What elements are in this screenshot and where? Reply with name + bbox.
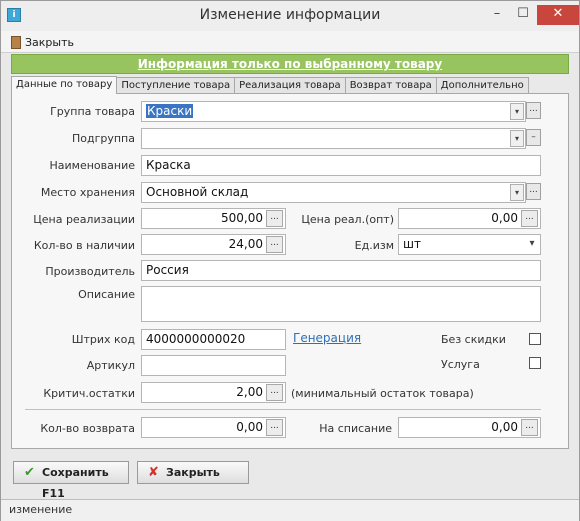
tab-returns[interactable]: Возврат товара [344,77,437,94]
tab-additional[interactable]: Дополнительно [435,77,529,94]
writeoff-value: 0,00 [491,420,518,434]
tab-product-data[interactable]: Данные по товару [11,76,118,94]
critical-value: 2,00 [236,385,263,399]
service-label: Услуга [441,358,480,371]
writeoff-input[interactable]: 0,00 ... [398,417,541,438]
tab-sales[interactable]: Реализация товара [234,77,346,94]
price-calc-button[interactable]: ... [266,210,283,227]
return-qty-input[interactable]: 0,00 ... [141,417,286,438]
chevron-down-icon[interactable]: ▾ [525,236,539,253]
chevron-down-icon[interactable]: ▾ [510,184,524,201]
subgroup-label: Подгруппа [71,132,135,145]
edit-info-window: i Изменение информации – ☐ ✕ Закрыть Инф… [0,0,580,521]
name-input[interactable]: Краска [141,155,541,176]
price-wholesale-value: 0,00 [491,211,518,225]
no-discount-label: Без скидки [441,333,506,346]
qty-label: Кол-во в наличии [33,239,135,252]
critical-input[interactable]: 2,00 ... [141,382,286,403]
chevron-down-icon[interactable]: ▾ [510,130,524,147]
maximize-button[interactable]: ☐ [511,5,535,25]
writeoff-label: На списание [319,422,392,435]
description-textarea[interactable] [141,286,541,322]
toolbar-close-label: Закрыть [25,35,74,49]
price-wholesale-input[interactable]: 0,00 ... [398,208,541,229]
group-select[interactable]: Краски ▾ [141,101,526,122]
storage-value: Основной склад [146,185,249,199]
qty-value: 24,00 [228,237,263,251]
check-icon: ✔ [24,465,35,480]
return-qty-calc-button[interactable]: ... [266,419,283,436]
writeoff-calc-button[interactable]: ... [521,419,538,436]
description-label: Описание [78,288,135,301]
tab-receipt[interactable]: Поступление товара [116,77,236,94]
price-input[interactable]: 500,00 ... [141,208,286,229]
save-button[interactable]: ✔ Сохранить F11 [13,461,129,500]
close-window-button[interactable]: ✕ [537,5,579,25]
article-label: Артикул [86,359,135,372]
save-button-label: Сохранить F11 [42,466,109,500]
storage-browse-button[interactable]: ... [526,183,541,200]
minimize-button[interactable]: – [485,5,509,25]
unit-label: Ед.изм [354,239,394,252]
price-wholesale-label: Цена реал.(опт) [301,213,394,226]
storage-label: Место хранения [40,186,135,199]
subgroup-select[interactable]: ▾ [141,128,526,149]
barcode-input[interactable]: 4000000000020 [141,329,286,350]
title-bar: i Изменение информации – ☐ ✕ [1,1,579,31]
toolbar-close-button[interactable]: Закрыть [11,34,74,50]
producer-input[interactable]: Россия [141,260,541,281]
info-banner: Информация только по выбранному товару [11,54,569,74]
critical-hint: (минимальный остаток товара) [291,387,474,400]
unit-select[interactable]: шт ▾ [398,234,541,255]
name-label: Наименование [49,159,135,172]
producer-label: Производитель [45,265,135,278]
close-button[interactable]: ✘ Закрыть [137,461,249,484]
subgroup-clear-button[interactable]: – [526,129,541,146]
cross-icon: ✘ [148,465,159,480]
service-checkbox[interactable] [529,357,541,369]
chevron-down-icon[interactable]: ▾ [510,103,524,120]
toolbar: Закрыть [1,31,579,53]
critical-calc-button[interactable]: ... [266,384,283,401]
group-label: Группа товара [50,105,135,118]
critical-label: Критич.остатки [43,387,135,400]
barcode-label: Штрих код [71,333,135,346]
price-wholesale-calc-button[interactable]: ... [521,210,538,227]
status-bar: изменение [1,499,579,521]
status-text: изменение [9,503,73,516]
door-icon [11,35,21,49]
divider [25,409,541,410]
group-browse-button[interactable]: ... [526,102,541,119]
storage-select[interactable]: Основной склад ▾ [141,182,526,203]
unit-value: шт [403,237,421,251]
return-qty-label: Кол-во возврата [40,422,135,435]
price-label: Цена реализации [33,213,135,226]
generate-barcode-link[interactable]: Генерация [293,331,361,345]
article-input[interactable] [141,355,286,376]
no-discount-checkbox[interactable] [529,333,541,345]
qty-input[interactable]: 24,00 ... [141,234,286,255]
group-value: Краски [146,104,194,118]
price-value: 500,00 [221,211,263,225]
close-button-label: Закрыть [166,466,220,479]
tab-strip: Данные по товару Поступление товара Реал… [11,76,529,94]
return-qty-value: 0,00 [236,420,263,434]
qty-calc-button[interactable]: ... [266,236,283,253]
